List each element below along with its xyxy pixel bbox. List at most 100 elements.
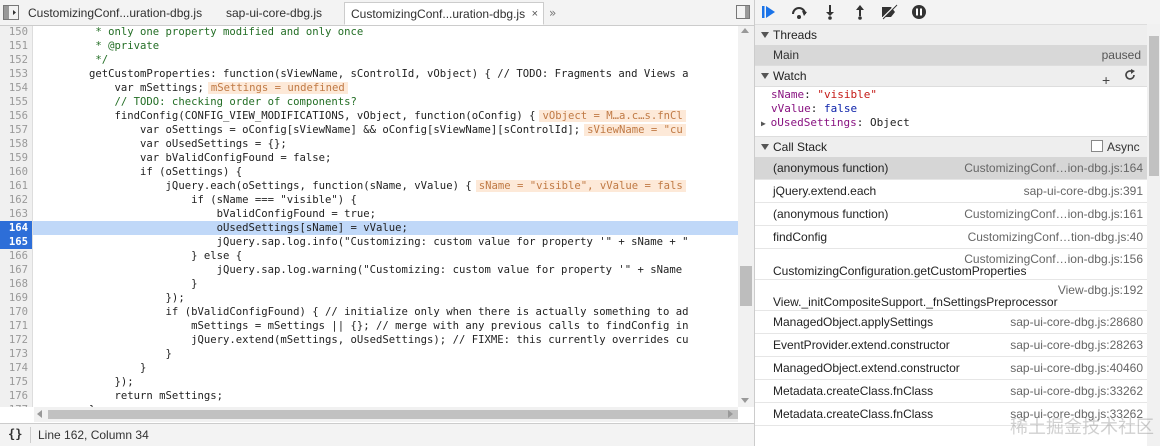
call-frame[interactable]: ManagedObject.applySettings sap-ui-core-d… [755,311,1147,334]
line-number[interactable]: 157 [0,123,33,137]
threads-section-header[interactable]: Threads [755,24,1147,46]
pause-on-exceptions-icon[interactable] [910,4,928,20]
call-frame[interactable]: View._initCompositeSupport._fnSettingsPr… [755,280,1147,311]
scroll-thumb[interactable] [740,266,752,306]
line-number[interactable]: 160 [0,165,33,179]
call-frame[interactable]: CustomizingConfiguration.getCustomProper… [755,249,1147,280]
frame-location-link[interactable]: sap-ui-core-dbg.js:391 [1024,184,1143,198]
line-number[interactable]: 169 [0,291,33,305]
line-number[interactable]: 166 [0,249,33,263]
line-number[interactable]: 152 [0,53,33,67]
toggle-debugger-icon[interactable] [735,4,751,20]
breakpoint-marker[interactable]: 165 [0,235,33,249]
line-number[interactable]: 153 [0,67,33,81]
code-line[interactable]: 169 }); [0,291,738,305]
scroll-left-arrow-icon[interactable] [37,410,42,418]
code-line[interactable]: 153 getCustomProperties: function(sViewN… [0,67,738,81]
editor-horizontal-scrollbar[interactable] [34,407,738,422]
watch-item[interactable]: ▶ oUsedSettings: Object [761,116,910,130]
call-frame[interactable]: findConfig CustomizingConf…tion-dbg.js:40 [755,226,1147,249]
close-tab-icon[interactable]: × [532,3,538,25]
thread-row-main[interactable]: Main paused [755,45,1147,65]
code-line[interactable]: 156 findConfig(CONFIG_VIEW_MODIFICATIONS… [0,109,738,123]
scroll-thumb[interactable] [1149,36,1159,176]
code-line[interactable]: 164 oUsedSettings[sName] = vValue; [0,221,738,235]
code-editor[interactable]: 150 * only one property modified and onl… [0,26,738,407]
code-line[interactable]: 161 jQuery.each(oSettings, function(sNam… [0,179,738,193]
line-number[interactable]: 176 [0,389,33,403]
tab-customizing-config-active[interactable]: CustomizingConf...uration-dbg.js × [344,2,544,25]
code-line[interactable]: 171 mSettings = mSettings || {}; // merg… [0,319,738,333]
refresh-icon[interactable] [1124,69,1136,81]
code-line[interactable]: 152 */ [0,53,738,67]
line-number[interactable]: 162 [0,193,33,207]
line-number[interactable]: 155 [0,95,33,109]
line-number[interactable]: 163 [0,207,33,221]
code-line[interactable]: 154 var mSettings; mSettings = undefined [0,81,738,95]
pretty-print-button[interactable]: {} [8,427,22,441]
code-line[interactable]: 166 } else { [0,249,738,263]
code-line[interactable]: 172 jQuery.extend(mSettings, oUsedSettin… [0,333,738,347]
scroll-right-arrow-icon[interactable] [728,410,733,418]
code-line[interactable]: 168 } [0,277,738,291]
scroll-down-arrow-icon[interactable] [741,398,749,403]
async-checkbox[interactable] [1091,140,1103,152]
code-line[interactable]: 150 * only one property modified and onl… [0,26,738,39]
line-number[interactable]: 170 [0,305,33,319]
code-line[interactable]: 159 var bValidConfigFound = false; [0,151,738,165]
line-number[interactable]: 151 [0,39,33,53]
expand-triangle-icon[interactable]: ▶ [761,119,771,128]
line-number[interactable]: 154 [0,81,33,95]
code-line[interactable]: 163 bValidConfigFound = true; [0,207,738,221]
code-line[interactable]: 167 jQuery.sap.log.warning("Customizing:… [0,263,738,277]
editor-vertical-scrollbar[interactable] [738,26,754,407]
breakpoint-marker[interactable]: 164 [0,221,33,235]
line-number[interactable]: 158 [0,137,33,151]
line-number[interactable]: 177 [0,403,33,407]
call-frame[interactable]: jQuery.extend.each sap-ui-core-dbg.js:391 [755,180,1147,203]
code-line[interactable]: 157 var oSettings = oConfig[sViewName] &… [0,123,738,137]
code-line[interactable]: 158 var oUsedSettings = {}; [0,137,738,151]
line-number[interactable]: 159 [0,151,33,165]
line-number[interactable]: 167 [0,263,33,277]
toggle-navigator-icon[interactable] [2,4,20,21]
line-number[interactable]: 172 [0,333,33,347]
sidebar-vertical-scrollbar[interactable] [1147,24,1160,446]
frame-location-link[interactable]: sap-ui-core-dbg.js:28263 [1010,338,1143,352]
code-line[interactable]: 173 } [0,347,738,361]
tab-sap-ui-core[interactable]: sap-ui-core-dbg.js [220,2,338,24]
code-line[interactable]: 170 if (bValidConfigFound) { // initiali… [0,305,738,319]
frame-location-link[interactable]: CustomizingConf…tion-dbg.js:40 [968,230,1143,244]
frame-location-link[interactable]: sap-ui-core-dbg.js:40460 [1010,361,1143,375]
step-out-icon[interactable] [851,4,869,20]
tab-customizing-config-1[interactable]: CustomizingConf...uration-dbg.js [22,2,217,24]
line-number[interactable]: 156 [0,109,33,123]
scroll-up-arrow-icon[interactable] [741,28,749,33]
code-line[interactable]: 151 * @private [0,39,738,53]
watch-item[interactable]: vValue: false [771,102,857,116]
resume-icon[interactable] [761,4,779,20]
frame-location-link[interactable]: sap-ui-core-dbg.js:33262 [1010,384,1143,398]
call-frame[interactable]: ManagedObject.extend.constructor sap-ui-c… [755,357,1147,380]
call-frame[interactable]: (anonymous function) CustomizingConf…ion-… [755,157,1147,180]
step-into-icon[interactable] [821,4,839,20]
scroll-thumb[interactable] [48,410,738,419]
watch-item[interactable]: sName: "visible" [771,88,877,102]
call-frame[interactable]: (anonymous function) CustomizingConf…ion-… [755,203,1147,226]
call-frame[interactable]: EventProvider.extend.constructor sap-ui-c… [755,334,1147,357]
frame-location-link[interactable]: CustomizingConf…ion-dbg.js:161 [964,207,1143,221]
code-line[interactable]: 174 } [0,361,738,375]
code-line[interactable]: 160 if (oSettings) { [0,165,738,179]
call-frame[interactable]: Metadata.createClass.fnClass sap-ui-core-… [755,380,1147,403]
code-line[interactable]: 175 }); [0,375,738,389]
code-line[interactable]: 165 jQuery.sap.log.info("Customizing: cu… [0,235,738,249]
line-number[interactable]: 173 [0,347,33,361]
frame-location-link[interactable]: View-dbg.js:192 [1058,283,1143,297]
line-number[interactable]: 174 [0,361,33,375]
watch-section-header[interactable]: Watch + [755,65,1147,88]
code-line[interactable]: 176 return mSettings; [0,389,738,403]
line-number[interactable]: 168 [0,277,33,291]
step-over-icon[interactable] [790,4,808,20]
line-number[interactable]: 150 [0,26,33,39]
frame-location-link[interactable]: sap-ui-core-dbg.js:28680 [1010,315,1143,329]
